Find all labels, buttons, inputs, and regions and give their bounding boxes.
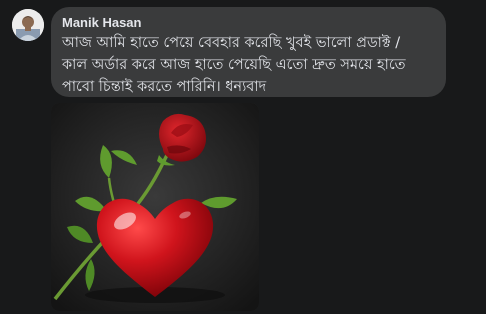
commenter-avatar[interactable] <box>12 9 44 41</box>
heart-rose-image <box>51 103 259 311</box>
user-avatar-icon <box>12 9 44 41</box>
comment-author-name[interactable]: Manik Hasan <box>62 15 141 31</box>
comment-text-line: কাল অর্ডার করে আজ হাতে পেয়েছি এতো দ্রুত… <box>62 57 406 73</box>
comment-bubble: Manik Hasan আজ আমি হাতে পেয়ে বেবহার করে… <box>51 7 446 97</box>
comment-text-line: আজ আমি হাতে পেয়ে বেবহার করেছি খুবই ভালো… <box>62 35 401 51</box>
comment-thread: Manik Hasan আজ আমি হাতে পেয়ে বেবহার করে… <box>0 0 486 314</box>
comment-image-attachment[interactable] <box>51 103 259 311</box>
comment-text-line: পাবো চিন্তাই করতে পারিনি। ধন্যবাদ <box>62 79 267 95</box>
comment-text: আজ আমি হাতে পেয়ে বেবহার করেছি খুবই ভালো… <box>62 32 442 98</box>
